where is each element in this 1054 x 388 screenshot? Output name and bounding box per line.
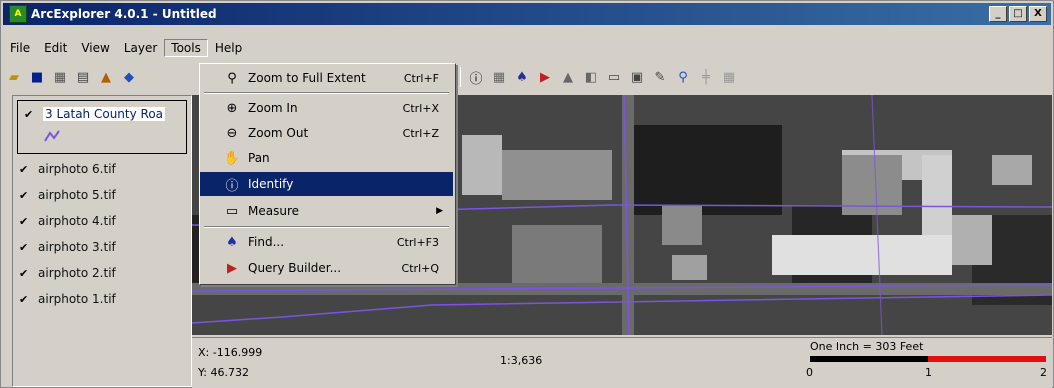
menu-view[interactable]: View	[74, 39, 116, 57]
menu-zoom-in[interactable]: ⊕ Zoom In Ctrl+X	[200, 96, 453, 120]
measure-icon[interactable]: ▭	[605, 68, 623, 86]
query-icon[interactable]: ▶	[536, 68, 554, 86]
menu-measure[interactable]: ▭ Measure ▶	[200, 199, 453, 223]
line-symbol-icon	[44, 129, 60, 143]
title-bar: A ArcExplorer 4.0.1 - Untitled _ □ X	[3, 3, 1051, 25]
layer-label: airphoto 3.tif	[38, 240, 116, 254]
graticule-icon[interactable]: ▦	[720, 68, 738, 86]
arcexplorer-app-icon: A	[9, 5, 27, 23]
menu-edit[interactable]: Edit	[37, 39, 74, 57]
find-icon[interactable]: ♠	[513, 68, 531, 86]
identify-icon: ⓘ	[225, 178, 239, 194]
tools-menu-dropdown: ⚲ Zoom to Full Extent Ctrl+F ⊕ Zoom In C…	[199, 63, 456, 285]
menu-layer[interactable]: Layer	[117, 39, 164, 57]
zoom-layer-icon[interactable]: ⚲	[674, 68, 692, 86]
layer-checkbox[interactable]: ✔	[19, 190, 30, 201]
menu-zoom-full-extent[interactable]: ⚲ Zoom to Full Extent Ctrl+F	[200, 66, 453, 90]
menu-help[interactable]: Help	[208, 39, 249, 57]
grid-icon[interactable]: ╪	[697, 68, 715, 86]
zoom-in-icon: ⊕	[226, 100, 238, 116]
layer-label: 3 Latah County Roa	[43, 107, 166, 121]
app-window: A ArcExplorer 4.0.1 - Untitled _ □ X Fil…	[0, 0, 1054, 388]
add-layer-icon[interactable]: ▦	[51, 68, 69, 86]
layer-checkbox[interactable]: ✔	[19, 242, 30, 253]
edit-icon[interactable]: ✎	[651, 68, 669, 86]
layer-label: airphoto 4.tif	[38, 214, 116, 228]
layer-item-airphoto5[interactable]: ✔ airphoto 5.tif	[19, 188, 116, 202]
scalebar-label: One Inch = 303 Feet	[810, 340, 924, 353]
menu-separator	[204, 92, 449, 94]
measure-icon: ▭	[225, 203, 239, 219]
layer-checkbox[interactable]: ✔	[24, 109, 35, 120]
submenu-arrow-icon: ▶	[436, 206, 443, 216]
toolbar: ▰ ■ ▦ ▤ ▲ ◆ ✋ ● ⓘ ▦ ♠ ▶ ▲ ◧ ▭ ▣ ✎ ⚲ ╪ ▦	[5, 63, 1051, 91]
layer-checkbox[interactable]: ✔	[19, 294, 30, 305]
layer-item-airphoto2[interactable]: ✔ airphoto 2.tif	[19, 266, 116, 280]
legend-panel: ✔ 3 Latah County Roa ✔ airphoto 6.tif ✔ ai…	[12, 95, 192, 387]
scalebar-black-segment	[810, 356, 928, 362]
window-title: ArcExplorer 4.0.1 - Untitled	[31, 7, 217, 21]
find-icon: ♠	[226, 234, 238, 250]
scalebar	[810, 356, 1046, 362]
x-coordinate: X: -116.999	[198, 346, 263, 359]
layer-checkbox[interactable]: ✔	[19, 268, 30, 279]
select-icon[interactable]: ◧	[582, 68, 600, 86]
menu-find[interactable]: ♠ Find... Ctrl+F3	[200, 230, 453, 254]
pan-icon: ✋	[223, 150, 241, 166]
minimize-button[interactable]: _	[989, 6, 1007, 22]
menu-zoom-out[interactable]: ⊖ Zoom Out Ctrl+Z	[200, 121, 453, 145]
menu-identify[interactable]: ⓘ Identify	[200, 172, 453, 196]
layer-label: airphoto 6.tif	[38, 162, 116, 176]
scalebar-red-segment	[928, 356, 1046, 362]
layer-label: airphoto 5.tif	[38, 188, 116, 202]
layer-item-airphoto3[interactable]: ✔ airphoto 3.tif	[19, 240, 116, 254]
export-icon[interactable]: ▲	[97, 68, 115, 86]
menu-separator	[204, 226, 449, 228]
save-icon[interactable]: ■	[28, 68, 46, 86]
status-bar: X: -116.999 Y: 46.732 1:3,636 One Inch =…	[192, 337, 1052, 388]
layer-checkbox[interactable]: ✔	[19, 216, 30, 227]
layer-checkbox[interactable]: ✔	[19, 164, 30, 175]
scalebar-tick-1: 1	[925, 366, 932, 379]
zoom-extent-icon: ⚲	[227, 70, 237, 86]
scalebar-tick-0: 0	[806, 366, 813, 379]
table-icon[interactable]: ▦	[490, 68, 508, 86]
image-icon[interactable]: ◆	[120, 68, 138, 86]
maximize-button[interactable]: □	[1009, 6, 1027, 22]
close-button[interactable]: X	[1029, 6, 1047, 22]
menu-query-builder[interactable]: ▶ Query Builder... Ctrl+Q	[200, 256, 453, 280]
layer-item-roads[interactable]: ✔ 3 Latah County Roa	[24, 107, 166, 121]
y-coordinate: Y: 46.732	[198, 366, 249, 379]
identify-icon[interactable]: ⓘ	[467, 68, 485, 87]
open-icon[interactable]: ▰	[5, 68, 23, 86]
menu-file[interactable]: File	[3, 39, 37, 57]
menu-bar: File Edit View Layer Tools Help	[3, 37, 249, 59]
layer-label: airphoto 2.tif	[38, 266, 116, 280]
active-layer-box[interactable]: ✔ 3 Latah County Roa	[17, 100, 187, 154]
layer-item-airphoto4[interactable]: ✔ airphoto 4.tif	[19, 214, 116, 228]
layer-item-airphoto6[interactable]: ✔ airphoto 6.tif	[19, 162, 116, 176]
menu-pan[interactable]: ✋ Pan	[200, 146, 453, 170]
query-builder-icon: ▶	[227, 260, 237, 276]
print-icon[interactable]: ▤	[74, 68, 92, 86]
map-scale: 1:3,636	[500, 354, 543, 367]
buffer-icon[interactable]: ▲	[559, 68, 577, 86]
zoom-out-icon: ⊖	[226, 125, 238, 141]
properties-icon[interactable]: ▣	[628, 68, 646, 86]
layer-item-airphoto1[interactable]: ✔ airphoto 1.tif	[19, 292, 116, 306]
layer-label: airphoto 1.tif	[38, 292, 116, 306]
scalebar-tick-2: 2	[1040, 366, 1047, 379]
menu-tools[interactable]: Tools	[164, 39, 208, 57]
